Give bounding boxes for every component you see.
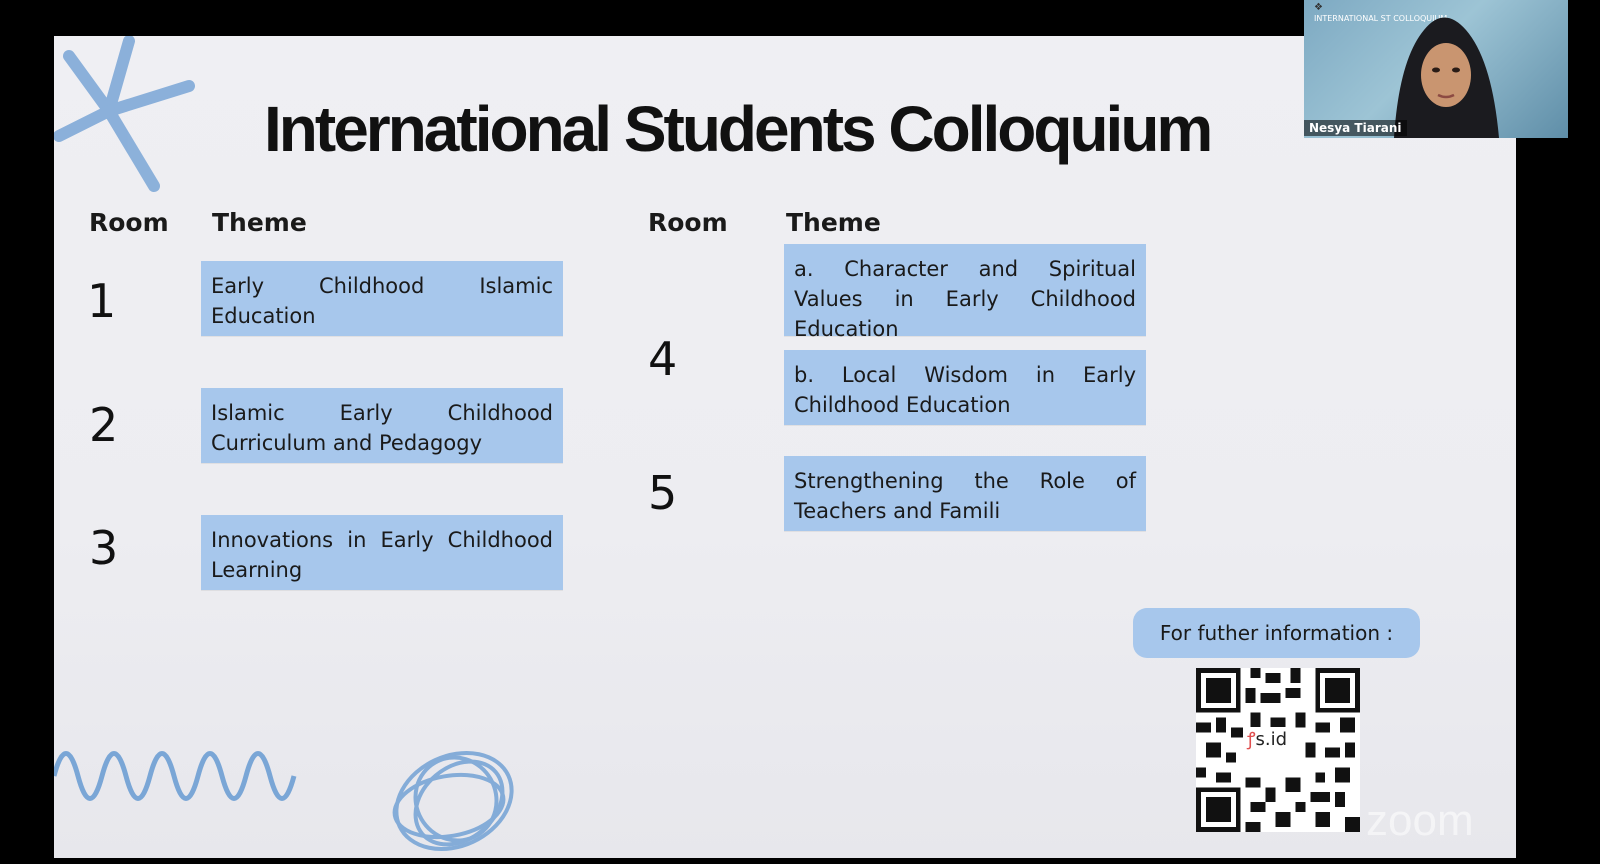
further-info-label: For futher information : [1133, 608, 1420, 658]
scribble-doodle-icon [392, 750, 514, 852]
zoom-watermark: zoom [1366, 796, 1474, 845]
theme-header-left: Theme [212, 208, 307, 237]
presentation-slide: International Students Colloquium Room T… [54, 36, 1516, 858]
room-number-1: 1 [87, 274, 117, 328]
room-number-4: 4 [648, 332, 678, 386]
star-doodle-icon [54, 36, 195, 192]
qr-code-label: ꝭs.id [1243, 727, 1292, 751]
theme-box-room-4b: b. Local Wisdom in Early Childhood Educa… [784, 350, 1146, 425]
room-header-right: Room [648, 208, 728, 237]
theme-box-room-3: Innovations in Early Childhood Learning [201, 515, 563, 590]
slide-title: International Students Colloquium [264, 93, 1213, 165]
room-header-left: Room [89, 208, 169, 237]
participant-name-label: Nesya Tiarani [1304, 120, 1407, 136]
theme-box-room-5: Strengthening the Role of Teachers and F… [784, 456, 1146, 531]
room-number-2: 2 [89, 398, 119, 452]
theme-header-right: Theme [786, 208, 881, 237]
room-number-5: 5 [648, 466, 678, 520]
zigzag-doodle-icon [54, 751, 297, 801]
theme-box-room-4a: a. Character and Spiritual Values in Ear… [784, 244, 1146, 341]
theme-box-room-1: Early Childhood Islamic Education [201, 261, 563, 336]
participant-avatar [1394, 17, 1499, 138]
theme-box-room-2: Islamic Early Childhood Curriculum and P… [201, 388, 563, 463]
participant-video-tile[interactable]: ❖ INTERNATIONAL ST COLLOQUIUM Nesya Tiar… [1304, 0, 1568, 138]
room-number-3: 3 [89, 521, 119, 575]
event-logo-icon: ❖ [1314, 2, 1323, 13]
